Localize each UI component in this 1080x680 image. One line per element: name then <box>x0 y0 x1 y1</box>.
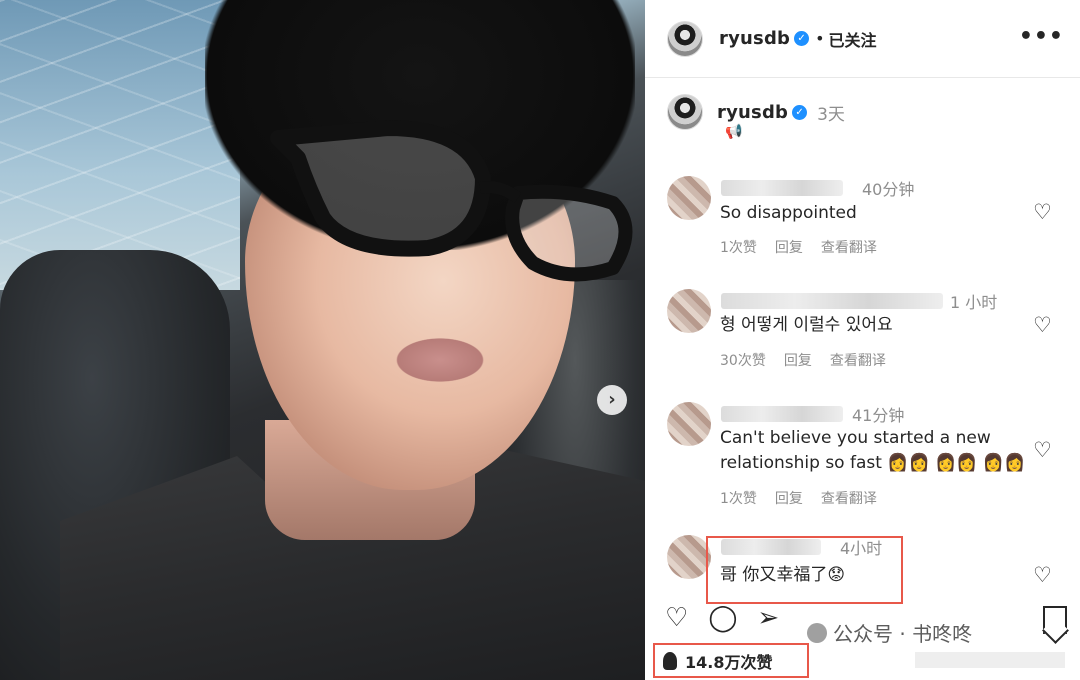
more-horizontal-icon[interactable]: ••• <box>1019 24 1064 49</box>
post-caption: ryusdb ✓ 3天 📢 <box>667 94 1067 140</box>
watermark-text: 公众号 · 书咚咚 <box>833 622 973 646</box>
separator-dot: • <box>815 29 825 48</box>
comment-time: 1 小时 <box>950 293 998 312</box>
heart-icon[interactable]: ♡ <box>1033 202 1052 223</box>
photo-sky <box>0 0 240 290</box>
author-username[interactable]: ryusdb <box>719 28 790 49</box>
comment-text: So disappointed <box>720 203 857 223</box>
follow-status-button[interactable]: 已关注 <box>829 27 877 51</box>
comment-likes[interactable]: 1次赞 <box>720 237 757 257</box>
likes-count-box[interactable]: 14.8万次赞 <box>653 643 809 678</box>
reply-button[interactable]: 回复 <box>775 488 803 508</box>
megaphone-icon: 📢 <box>725 124 743 140</box>
comment-avatar[interactable] <box>667 289 711 333</box>
blurred-username <box>721 406 843 422</box>
heart-icon[interactable]: ♡ <box>1033 565 1052 586</box>
wechat-icon <box>807 622 827 643</box>
comment-text: 형 어떻게 이럴수 있어요 <box>720 315 893 335</box>
photo-lips <box>390 335 490 385</box>
comment-avatar[interactable] <box>667 535 711 579</box>
translate-button[interactable]: 查看翻译 <box>821 488 877 508</box>
verified-badge-icon: ✓ <box>792 104 808 120</box>
comment-time: 41分钟 <box>852 406 905 425</box>
user-avatar-icon <box>663 651 677 670</box>
caption-avatar[interactable] <box>667 94 703 130</box>
comment-likes[interactable]: 30次赞 <box>720 350 766 370</box>
verified-badge-icon: ✓ <box>794 31 810 46</box>
action-bar: ♡ ◯ ➢ <box>665 605 779 631</box>
watermark: 公众号 · 书咚咚 <box>807 618 972 647</box>
caption-time: 3天 <box>817 104 845 125</box>
comment-avatar[interactable] <box>667 176 711 220</box>
author-avatar[interactable] <box>667 20 703 57</box>
reply-button[interactable]: 回复 <box>775 237 803 257</box>
comment-time: 40分钟 <box>862 180 915 199</box>
comment-text-line-1: Can't believe you started a new <box>720 428 991 448</box>
blurred-area <box>915 652 1065 668</box>
comment-bubble-icon[interactable]: ◯ <box>708 605 737 631</box>
likes-count: 14.8万次赞 <box>685 652 773 672</box>
translate-button[interactable]: 查看翻译 <box>821 237 877 257</box>
post-panel: ryusdb ✓ • 已关注 ••• ryusdb ✓ 3天 📢 40分钟 So… <box>645 0 1080 680</box>
translate-button[interactable]: 查看翻译 <box>830 350 886 370</box>
photo-glasses <box>270 120 633 282</box>
heart-icon[interactable]: ♡ <box>1033 315 1052 336</box>
comment-likes[interactable]: 1次赞 <box>720 488 757 508</box>
post-header: ryusdb ✓ • 已关注 ••• <box>645 0 1080 78</box>
share-send-icon[interactable]: ➢ <box>757 605 779 631</box>
blurred-username <box>721 180 843 196</box>
comment-text-line-2: relationship so fast 👩‍👩 👩‍👩 👩‍👩 <box>720 453 1026 473</box>
bookmark-icon[interactable] <box>1043 606 1067 634</box>
emoji-icon: 👩‍👩 👩‍👩 👩‍👩 <box>887 453 1026 473</box>
post-photo[interactable]: › <box>0 0 645 680</box>
photo-next-icon[interactable]: › <box>597 385 627 415</box>
like-heart-icon[interactable]: ♡ <box>665 605 688 631</box>
comment-avatar[interactable] <box>667 402 711 446</box>
caption-username[interactable]: ryusdb <box>717 102 788 123</box>
reply-button[interactable]: 回复 <box>784 350 812 370</box>
heart-icon[interactable]: ♡ <box>1033 440 1052 461</box>
blurred-username <box>721 293 943 309</box>
highlight-box <box>706 536 903 604</box>
